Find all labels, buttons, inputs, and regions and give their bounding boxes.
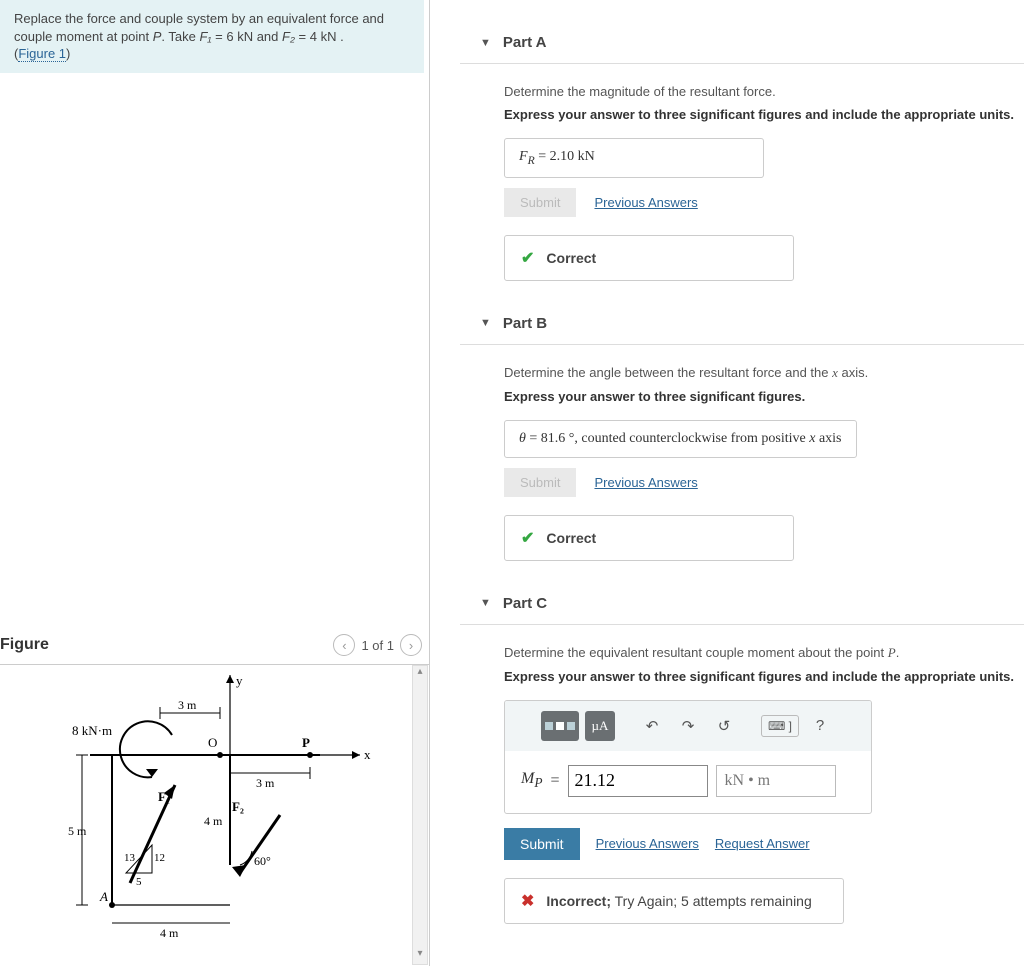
part-a-answer: FR = 2.10 kN [504,138,764,178]
cross-icon: ✖ [521,891,534,911]
svg-text:O: O [208,735,217,750]
part-c-instruction-bold: Express your answer to three significant… [504,669,1024,684]
part-a-header[interactable]: ▼ Part A [460,22,1024,64]
part-a-submit-button: Submit [504,188,576,217]
svg-text:3 m: 3 m [178,698,197,712]
svg-text:12: 12 [154,852,165,864]
part-a-instruction: Determine the magnitude of the resultant… [504,84,1024,99]
svg-text:60°: 60° [254,854,271,868]
svg-text:3 m: 3 m [256,776,275,790]
caret-down-icon: ▼ [480,317,491,329]
figure-next-button[interactable]: › [400,634,422,656]
undo-icon[interactable]: ↶ [637,711,667,741]
reset-icon[interactable]: ↺ [709,711,739,741]
svg-text:F₂: F₂ [232,799,244,814]
svg-text:P: P [302,735,310,750]
svg-text:8 kN·m: 8 kN·m [72,723,112,738]
problem-statement: Replace the force and couple system by a… [0,0,424,73]
part-c-units-input[interactable]: kN • m [716,765,836,797]
part-b-previous-answers-link[interactable]: Previous Answers [594,475,697,490]
part-c-instruction: Determine the equivalent resultant coupl… [504,645,1024,661]
caret-down-icon: ▼ [480,597,491,609]
part-c-feedback: ✖ Incorrect; Try Again; 5 attempts remai… [504,878,844,924]
figure-prev-button[interactable]: ‹ [333,634,355,656]
svg-text:A: A [99,889,108,904]
svg-text:5: 5 [136,876,142,888]
svg-text:13: 13 [124,852,136,864]
template-icon[interactable] [541,711,579,741]
check-icon: ✔ [521,528,534,548]
svg-text:x: x [364,747,371,762]
part-c-value-input[interactable] [568,765,708,797]
check-icon: ✔ [521,248,534,268]
part-a: ▼ Part A Determine the magnitude of the … [460,22,1024,281]
figure-scrollbar[interactable]: ▴ ▾ [412,665,428,965]
figure-link[interactable]: Figure 1 [18,46,66,62]
part-b-feedback: ✔ Correct [504,515,794,561]
part-b-instruction-bold: Express your answer to three significant… [504,389,1024,404]
part-c-answer-panel: µA ↶ ↷ ↺ ⌨ ] ? MP = kN • m [504,700,872,814]
svg-text:F₁: F₁ [158,789,170,804]
part-a-instruction-bold: Express your answer to three significant… [504,107,1024,122]
part-a-feedback: ✔ Correct [504,235,794,281]
figure-pager: 1 of 1 [361,638,394,653]
part-b-answer: θ = 81.6 °, counted counterclockwise fro… [504,420,857,458]
part-b-header[interactable]: ▼ Part B [460,303,1024,345]
part-c: ▼ Part C Determine the equivalent result… [460,583,1024,924]
redo-icon[interactable]: ↷ [673,711,703,741]
figure-title: Figure [0,636,49,654]
keyboard-icon[interactable]: ⌨ ] [761,715,799,737]
part-b: ▼ Part B Determine the angle between the… [460,303,1024,561]
part-c-submit-button[interactable]: Submit [504,828,580,860]
units-button[interactable]: µA [585,711,615,741]
svg-text:y: y [236,673,243,688]
svg-text:4 m: 4 m [204,814,223,828]
figure-panel: Figure ‹ 1 of 1 › ▴ ▾ y x [0,630,430,965]
help-icon[interactable]: ? [805,711,835,741]
figure-diagram: y x O P 8 kN·m 3 m [40,665,400,955]
part-b-submit-button: Submit [504,468,576,497]
part-a-previous-answers-link[interactable]: Previous Answers [594,195,697,210]
svg-text:4 m: 4 m [160,926,179,940]
part-b-instruction: Determine the angle between the resultan… [504,365,1024,381]
answer-toolbar: µA ↶ ↷ ↺ ⌨ ] ? [505,701,871,751]
part-c-header[interactable]: ▼ Part C [460,583,1024,625]
part-c-previous-answers-link[interactable]: Previous Answers [596,836,699,851]
svg-text:5 m: 5 m [68,824,87,838]
caret-down-icon: ▼ [480,37,491,49]
part-c-request-answer-link[interactable]: Request Answer [715,836,810,851]
